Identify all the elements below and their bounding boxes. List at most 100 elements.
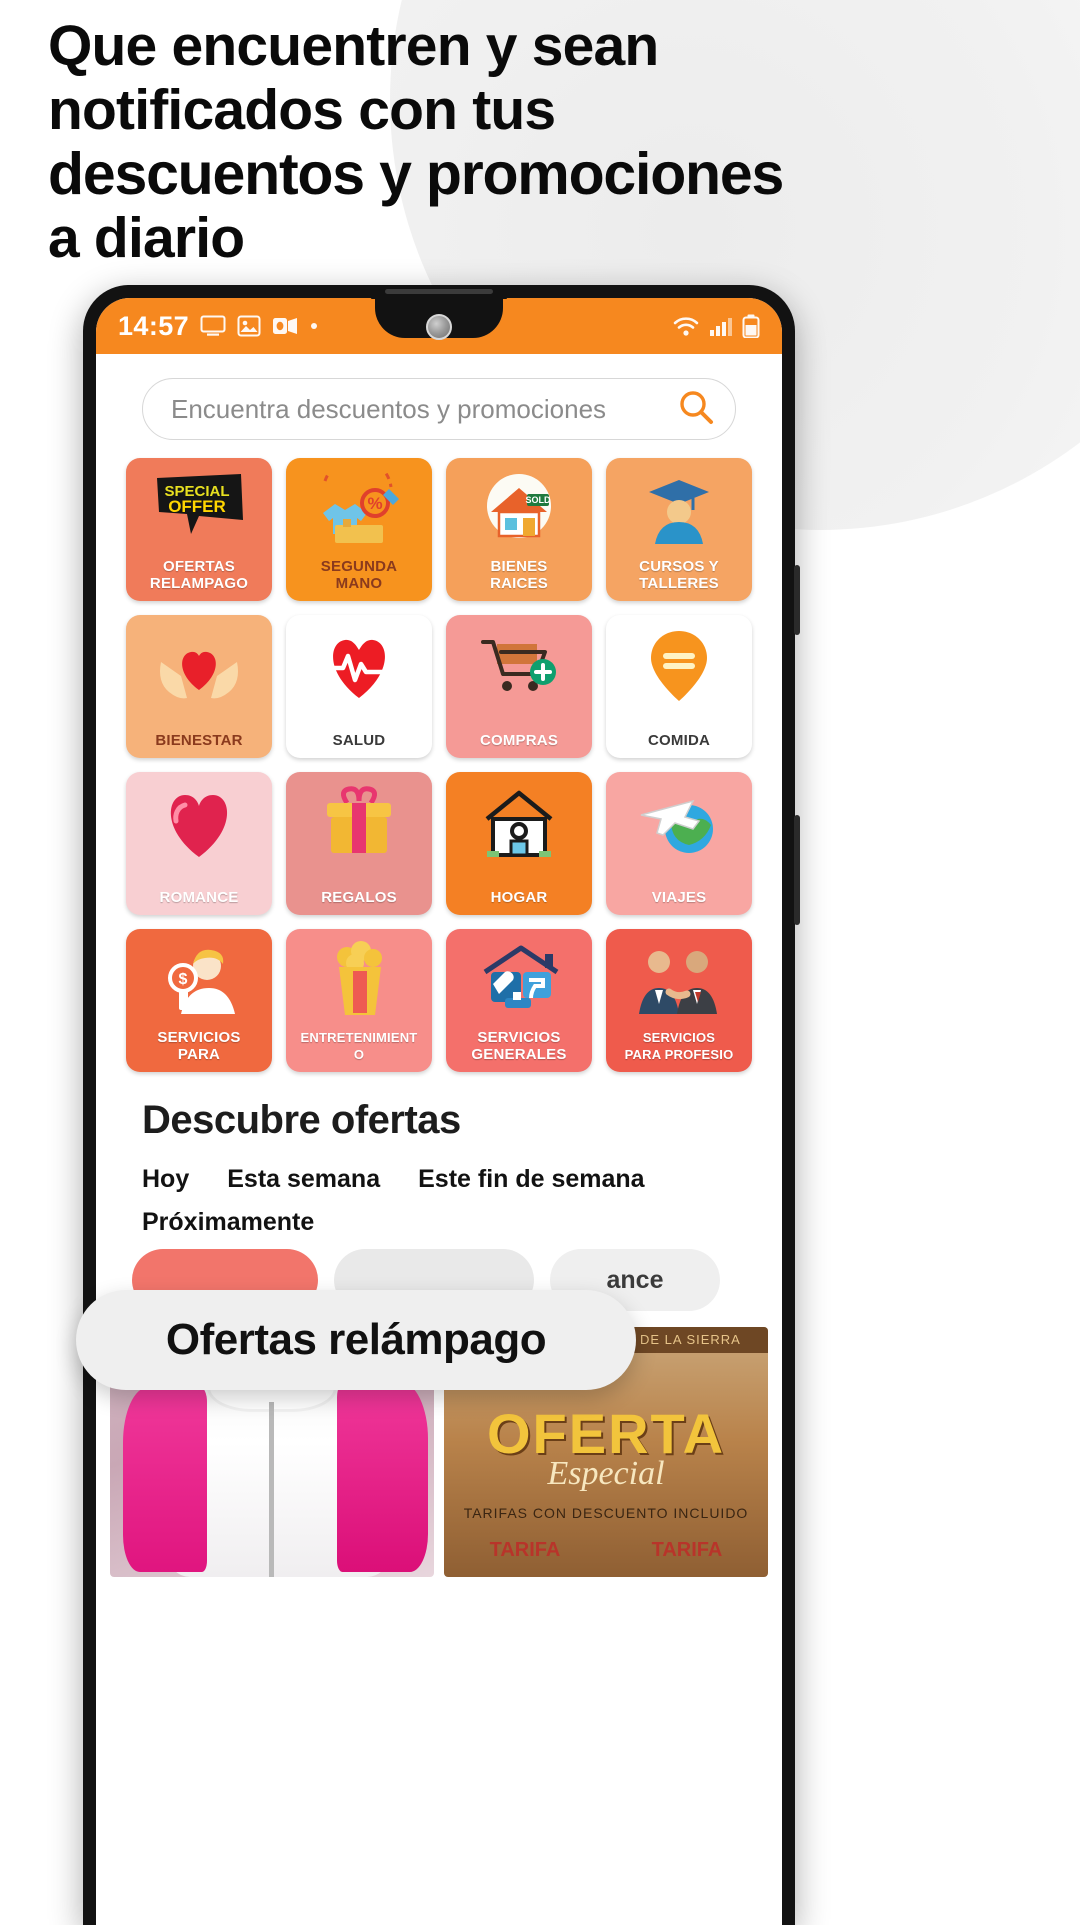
tile-label: SALUD bbox=[290, 732, 428, 749]
tile-label-line1: VIAJES bbox=[651, 889, 707, 906]
tile-label-line2: O bbox=[353, 1047, 365, 1062]
tile-label: COMIDA bbox=[610, 732, 748, 749]
phone-side-button-top[interactable] bbox=[794, 565, 800, 635]
tab-hoy[interactable]: Hoy bbox=[142, 1165, 189, 1194]
tile-label: BIENES RAICES bbox=[450, 558, 588, 592]
tile-label-line1: BIENESTAR bbox=[155, 732, 243, 749]
search-input[interactable] bbox=[171, 393, 667, 425]
phone-side-button-bottom[interactable] bbox=[794, 815, 800, 925]
category-tile-entretenimiento[interactable]: ENTRETENIMIENT O bbox=[286, 929, 432, 1072]
tile-label-line1: SEGUNDA bbox=[320, 558, 398, 575]
tile-label: SEGUNDA MANO bbox=[290, 558, 428, 592]
status-bar-right bbox=[672, 314, 760, 338]
shopping-cart-icon bbox=[446, 623, 592, 709]
category-tile-bienestar[interactable]: BIENESTAR bbox=[126, 615, 272, 758]
tile-label: ENTRETENIMIENT O bbox=[290, 1029, 428, 1063]
professionals-icon bbox=[606, 937, 752, 1023]
category-tile-servicios-para-profesionales[interactable]: SERVICIOS PARA PROFESIO bbox=[606, 929, 752, 1072]
tile-label: BIENESTAR bbox=[130, 732, 268, 749]
page-headline: Que encuentren y sean notificados con tu… bbox=[48, 14, 848, 270]
tile-label: HOGAR bbox=[450, 889, 588, 906]
signal-icon bbox=[709, 315, 733, 337]
tab-proximamente[interactable]: Próximamente bbox=[142, 1208, 314, 1237]
real-estate-icon: SOLD bbox=[446, 466, 592, 552]
jacket-zipper bbox=[268, 1402, 274, 1577]
phone-screen: 14:57 Encuentra descuentos y promociones… bbox=[96, 298, 782, 1925]
outlook-icon bbox=[272, 315, 298, 337]
tile-label-line1: COMIDA bbox=[647, 732, 711, 749]
tile-label: ROMANCE bbox=[130, 889, 268, 906]
floating-ofertas-relampago-pill[interactable]: Ofertas relámpago bbox=[76, 1290, 636, 1390]
tile-label-line1: BIENES bbox=[490, 558, 548, 575]
hotel-rates: TARIFA TARIFA bbox=[444, 1539, 768, 1562]
headline-line-4: a diario bbox=[48, 206, 245, 270]
tile-label: VIAJES bbox=[610, 889, 748, 906]
category-tile-salud[interactable]: SALUD bbox=[286, 615, 432, 758]
tile-label: COMPRAS bbox=[450, 732, 588, 749]
tile-label-line2: RAICES bbox=[490, 575, 548, 592]
category-tile-ofertas-relampago[interactable]: SPECIAL OFFER OFERTAS RELAMPAGO bbox=[126, 458, 272, 601]
tile-label-line1: ROMANCE bbox=[159, 889, 239, 906]
romance-heart-icon bbox=[126, 780, 272, 866]
category-tile-comida[interactable]: COMIDA bbox=[606, 615, 752, 758]
category-tile-bienes-raices[interactable]: SOLD BIENES RAICES bbox=[446, 458, 592, 601]
phone-speaker bbox=[385, 289, 493, 294]
category-tile-romance[interactable]: ROMANCE bbox=[126, 772, 272, 915]
category-tile-viajes[interactable]: VIAJES bbox=[606, 772, 752, 915]
tile-label-line2: MANO bbox=[335, 575, 383, 592]
search-section bbox=[96, 354, 782, 458]
jacket-sleeve-left bbox=[122, 1387, 208, 1572]
tile-label-line1: SALUD bbox=[332, 732, 386, 749]
tile-label-line2: TALLERES bbox=[639, 575, 719, 592]
tile-label-line2: PARA PROFESIO bbox=[624, 1047, 734, 1062]
gift-icon bbox=[286, 780, 432, 866]
tile-label-line1: CURSOS Y bbox=[639, 558, 719, 575]
wifi-icon bbox=[672, 315, 700, 337]
search-icon[interactable] bbox=[677, 388, 715, 431]
food-pin-icon bbox=[606, 623, 752, 709]
category-grid: SPECIAL OFFER OFERTAS RELAMPAGO % SEGUND… bbox=[96, 458, 782, 1072]
special-offer-icon: SPECIAL OFFER bbox=[126, 466, 272, 552]
tile-label-line1: COMPRAS bbox=[479, 732, 559, 749]
status-bar-clock: 14:57 bbox=[118, 310, 190, 341]
tile-label-line2: GENERALES bbox=[471, 1046, 567, 1063]
tile-label-line1: SERVICIOS bbox=[157, 1029, 241, 1046]
tile-label: SERVICIOS PARA PROFESIO bbox=[610, 1029, 748, 1063]
hotel-note: TARIFAS CON DESCUENTO INCLUIDO bbox=[463, 1505, 749, 1521]
category-tile-segunda-mano[interactable]: % SEGUNDA MANO bbox=[286, 458, 432, 601]
hotel-subtitle: Especial bbox=[547, 1455, 665, 1492]
hotel-rate-right: TARIFA bbox=[651, 1539, 723, 1561]
app-content: SPECIAL OFFER OFERTAS RELAMPAGO bbox=[96, 354, 782, 1925]
popcorn-icon bbox=[286, 937, 432, 1023]
phone-mockup: 14:57 Encuentra descuentos y promociones… bbox=[83, 285, 800, 1925]
tile-label-line1: SERVICIOS bbox=[477, 1029, 561, 1046]
discover-section-title: Descubre ofertas bbox=[142, 1098, 461, 1142]
tile-label-line1: REGALOS bbox=[321, 889, 397, 906]
status-bar-left: 14:57 bbox=[118, 311, 319, 342]
tile-label: CURSOS Y TALLERES bbox=[610, 558, 748, 592]
search-bar[interactable] bbox=[142, 378, 736, 440]
travel-plane-globe-icon bbox=[606, 780, 752, 866]
headline-line-2: notificados con tus bbox=[48, 78, 556, 142]
category-tile-hogar[interactable]: HOGAR bbox=[446, 772, 592, 915]
tab-este-fin-de-semana[interactable]: Este fin de semana bbox=[418, 1165, 644, 1194]
tile-label: SERVICIOS GENERALES bbox=[450, 1029, 588, 1063]
desktop-icon bbox=[200, 315, 226, 337]
category-tile-cursos-y-talleres[interactable]: CURSOS Y TALLERES bbox=[606, 458, 752, 601]
home-icon bbox=[446, 780, 592, 866]
category-tile-compras[interactable]: COMPRAS bbox=[446, 615, 592, 758]
tile-label-line2: PARA bbox=[177, 1046, 221, 1063]
category-tile-servicios-para[interactable]: $ SERVICIOS PARA bbox=[126, 929, 272, 1072]
general-services-icon bbox=[446, 937, 592, 1023]
headline-line-1: Que encuentren y sean bbox=[48, 14, 659, 78]
tile-label: SERVICIOS PARA bbox=[130, 1029, 268, 1063]
tab-esta-semana[interactable]: Esta semana bbox=[227, 1165, 380, 1194]
category-tile-servicios-generales[interactable]: SERVICIOS GENERALES bbox=[446, 929, 592, 1072]
tile-label-line1: ENTRETENIMIENT bbox=[300, 1030, 418, 1045]
tile-label: OFERTAS RELAMPAGO bbox=[130, 558, 268, 592]
status-bar: 14:57 bbox=[96, 298, 782, 354]
battery-icon bbox=[742, 314, 760, 338]
discover-tabs-second-row: Próximamente bbox=[96, 1194, 782, 1237]
graduation-icon bbox=[606, 466, 752, 552]
category-tile-regalos[interactable]: REGALOS bbox=[286, 772, 432, 915]
